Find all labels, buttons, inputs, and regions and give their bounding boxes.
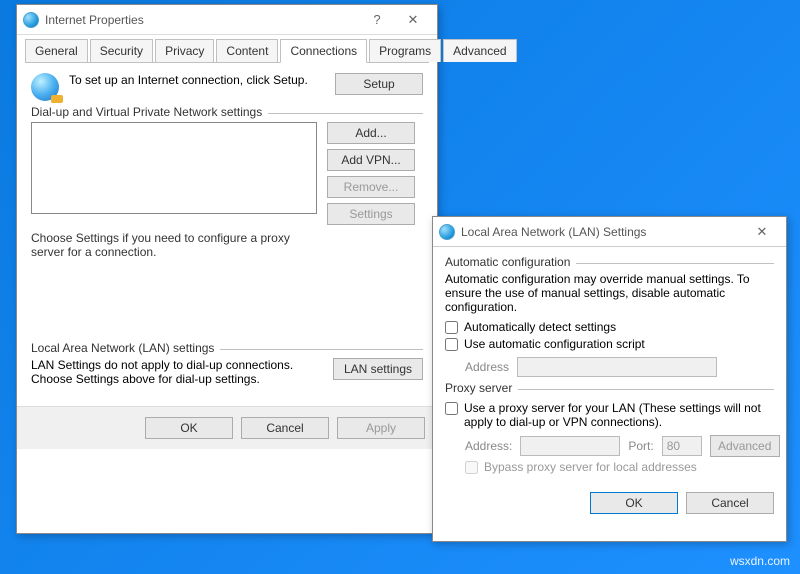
- setup-text: To set up an Internet connection, click …: [69, 73, 325, 87]
- dialup-hint: Choose Settings if you need to configure…: [31, 231, 311, 259]
- tab-privacy[interactable]: Privacy: [155, 39, 214, 62]
- bypass-checkbox: Bypass proxy server for local addresses: [465, 460, 774, 474]
- lan-ok-button[interactable]: OK: [590, 492, 678, 514]
- proxy-address-input: [520, 436, 620, 456]
- close-button[interactable]: ✕: [744, 218, 780, 246]
- globe-icon: [31, 73, 59, 101]
- help-button[interactable]: ?: [359, 6, 395, 34]
- lan-hint: LAN Settings do not apply to dial-up con…: [31, 358, 323, 386]
- proxy-legend: Proxy server: [445, 381, 518, 395]
- proxy-group: Proxy server Use a proxy server for your…: [445, 389, 774, 474]
- lan-titlebar[interactable]: Local Area Network (LAN) Settings ✕: [433, 217, 786, 247]
- auto-script-input[interactable]: [445, 338, 458, 351]
- tab-strip: General Security Privacy Content Connect…: [25, 39, 429, 63]
- bypass-label: Bypass proxy server for local addresses: [484, 460, 697, 474]
- lan-legend: Local Area Network (LAN) settings: [31, 341, 220, 355]
- auto-config-legend: Automatic configuration: [445, 255, 576, 269]
- use-proxy-label: Use a proxy server for your LAN (These s…: [464, 401, 774, 429]
- lan-settings-dialog: Local Area Network (LAN) Settings ✕ Auto…: [432, 216, 787, 542]
- auto-config-text: Automatic configuration may override man…: [445, 272, 774, 314]
- internet-options-icon: [439, 224, 455, 240]
- close-button[interactable]: ✕: [395, 6, 431, 34]
- dialup-legend: Dial-up and Virtual Private Network sett…: [31, 105, 268, 119]
- use-proxy-input[interactable]: [445, 402, 458, 415]
- proxy-port-input: [662, 436, 702, 456]
- lan-group: Local Area Network (LAN) settings LAN Se…: [31, 349, 423, 386]
- script-address-label: Address: [465, 360, 509, 374]
- lan-settings-button[interactable]: LAN settings: [333, 358, 423, 380]
- auto-detect-label: Automatically detect settings: [464, 320, 616, 334]
- add-vpn-button[interactable]: Add VPN...: [327, 149, 415, 171]
- watermark: wsxdn.com: [730, 554, 790, 568]
- titlebar[interactable]: Internet Properties ? ✕: [17, 5, 437, 35]
- setup-button[interactable]: Setup: [335, 73, 423, 95]
- lan-cancel-button[interactable]: Cancel: [686, 492, 774, 514]
- remove-button[interactable]: Remove...: [327, 176, 415, 198]
- apply-button[interactable]: Apply: [337, 417, 425, 439]
- proxy-port-label: Port:: [628, 439, 653, 453]
- tab-panel-connections: To set up an Internet connection, click …: [17, 63, 437, 406]
- auto-detect-input[interactable]: [445, 321, 458, 334]
- tab-security[interactable]: Security: [90, 39, 153, 62]
- tab-programs[interactable]: Programs: [369, 39, 441, 62]
- internet-options-icon: [23, 12, 39, 28]
- use-proxy-checkbox[interactable]: Use a proxy server for your LAN (These s…: [445, 401, 774, 429]
- add-button[interactable]: Add...: [327, 122, 415, 144]
- connections-listbox[interactable]: [31, 122, 317, 214]
- window-title: Internet Properties: [45, 13, 359, 27]
- dialup-group: Dial-up and Virtual Private Network sett…: [31, 113, 423, 259]
- script-address-input: [517, 357, 717, 377]
- ok-button[interactable]: OK: [145, 417, 233, 439]
- proxy-address-label: Address:: [465, 439, 512, 453]
- tab-advanced[interactable]: Advanced: [443, 39, 516, 62]
- auto-script-label: Use automatic configuration script: [464, 337, 645, 351]
- tab-connections[interactable]: Connections: [280, 39, 367, 63]
- auto-script-checkbox[interactable]: Use automatic configuration script: [445, 337, 774, 351]
- settings-button[interactable]: Settings: [327, 203, 415, 225]
- cancel-button[interactable]: Cancel: [241, 417, 329, 439]
- lan-window-title: Local Area Network (LAN) Settings: [461, 225, 744, 239]
- dialog-footer: OK Cancel Apply: [17, 406, 437, 449]
- bypass-input: [465, 461, 478, 474]
- auto-detect-checkbox[interactable]: Automatically detect settings: [445, 320, 774, 334]
- internet-properties-dialog: Internet Properties ? ✕ General Security…: [16, 4, 438, 534]
- tab-general[interactable]: General: [25, 39, 88, 62]
- auto-config-group: Automatic configuration Automatic config…: [445, 263, 774, 377]
- tab-content[interactable]: Content: [216, 39, 278, 62]
- advanced-button[interactable]: Advanced: [710, 435, 780, 457]
